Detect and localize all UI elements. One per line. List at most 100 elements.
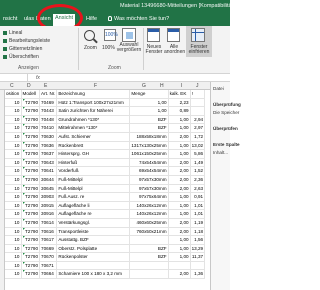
table-cell[interactable]: T2790 [21,184,41,194]
table-cell[interactable]: 97x57x30mm [129,184,169,194]
table-cell[interactable]: T2790 [21,115,41,125]
table-cell[interactable]: T2790 [21,141,41,151]
table-cell[interactable]: T2790 [21,235,41,245]
table-cell[interactable]: 2,63 [190,184,206,194]
checkbox-gridlines[interactable]: Gitternetzlinien [3,46,42,52]
checkbox-gridlines-box[interactable] [3,46,7,51]
new-window-label[interactable]: Neues Fenster [145,45,163,55]
table-cell[interactable]: 1,00 [168,141,191,151]
table-cell[interactable]: 70664 [39,269,58,280]
table-cell[interactable]: 13,02 [190,141,206,151]
table-cell[interactable]: 10 [5,201,22,211]
tab-insert[interactable]: nsicht [3,16,17,22]
table-cell[interactable]: 74x54x54mm [129,158,169,168]
table-cell[interactable]: 2,00 [168,166,191,176]
table-cell[interactable]: 30644 [39,175,58,185]
table-cell[interactable]: 5,86 [190,149,206,159]
table-cell[interactable]: 140x26x12mm [129,201,169,211]
table-cell[interactable]: 13,29 [190,244,206,254]
table-cell[interactable]: 10 [5,106,22,116]
table-cell[interactable]: Rückenbrett [56,141,131,151]
table-cell[interactable]: 1,00 [168,149,191,159]
table-cell[interactable]: 188x58x18mm [129,132,169,142]
table-cell[interactable]: Mittelrahmen *130* [56,123,131,133]
table-cell[interactable]: T2790 [21,192,41,202]
table-cell[interactable]: T2790 [21,132,41,142]
table-cell[interactable]: 10 [5,98,22,108]
table-cell[interactable]: Rückenpolster [56,252,131,262]
column-header[interactable]: F [94,83,97,89]
table-cell[interactable]: Auflagefläche re [56,209,131,219]
table-cell[interactable]: 30916 [39,209,58,219]
table-cell[interactable]: 70671 [39,261,58,271]
table-cell[interactable]: 1,00 [168,115,191,125]
zoom-button-label[interactable]: Zoom [84,45,97,51]
column-header[interactable]: J [196,83,199,89]
table-cell[interactable]: 70614 [39,218,58,228]
header-cell[interactable]: Modell [21,90,41,99]
new-window-icon[interactable] [147,28,160,42]
table-cell[interactable]: 1,36 [190,269,206,280]
table-cell[interactable] [190,261,206,271]
table-cell[interactable]: 70616 [39,227,58,237]
table-cell[interactable]: 2,00 [168,218,191,228]
arrange-all-icon[interactable] [167,28,180,42]
name-box[interactable] [0,74,28,82]
table-cell[interactable]: 10 [5,158,22,168]
header-cell[interactable]: ! [190,90,206,99]
table-cell[interactable]: Transportleiste [56,227,131,237]
table-cell[interactable]: Oberstz. Polsplatte [56,244,131,254]
tell-me-search[interactable]: Was möchten Sie tun? [108,16,169,22]
table-cell[interactable]: T2790 [21,158,41,168]
table-cell[interactable]: 10 [5,123,22,133]
table-cell[interactable]: Auflagefläche li [56,201,131,211]
table-cell[interactable]: Grundrahmen *130* [56,115,131,125]
table-cell[interactable] [129,269,169,280]
tab-formulas[interactable]: ulas [24,16,34,22]
table-cell[interactable]: Verstärkungsgl. [56,218,131,228]
table-cell[interactable]: 70670 [39,252,58,262]
table-cell[interactable]: T2790 [21,175,41,185]
table-cell[interactable]: 1,00 [168,123,191,133]
table-cell[interactable]: 0,89 [168,106,191,116]
table-cell[interactable]: T2790 [21,123,41,133]
zoom-selection-icon[interactable] [122,28,136,42]
table-cell[interactable]: 1,00 [168,252,191,262]
table-cell[interactable]: T2790 [21,244,41,254]
table-cell[interactable]: Fuß-Mittelpl [56,184,131,194]
table-cell[interactable]: T2790 [21,98,41,108]
header-cell[interactable]: Art. Nr. [39,90,58,99]
table-cell[interactable]: 1,19 [190,218,206,228]
table-cell[interactable]: 10 [5,166,22,176]
table-cell[interactable]: T2790 [21,201,41,211]
table-cell[interactable]: BZF [129,123,169,133]
table-cell[interactable]: 2,23 [168,98,191,108]
table-cell[interactable]: 1,00 [168,209,191,219]
table-cell[interactable] [190,98,206,108]
table-cell[interactable]: BZF [129,252,169,262]
table-cell[interactable]: 10 [5,184,22,194]
table-cell[interactable] [190,106,206,116]
table-cell[interactable]: 70630 [39,132,58,142]
column-header[interactable]: G [142,83,146,89]
checkbox-headings-box[interactable] [3,54,7,59]
header-cell[interactable]: Bezeichnung [56,90,131,99]
table-cell[interactable]: 1,00 [168,244,191,254]
table-cell[interactable]: 1317x130x25mm [129,141,169,151]
table-cell[interactable]: 10 [5,261,22,271]
table-cell[interactable]: 10 [5,269,22,280]
table-cell[interactable]: T2790 [21,227,41,237]
pane-item[interactable]: Datei [213,86,224,91]
column-header[interactable]: I [181,83,182,89]
table-cell[interactable] [129,261,169,271]
table-cell[interactable]: 10 [5,227,22,237]
table-cell[interactable]: T2790 [21,261,41,271]
tab-help[interactable]: Hilfe [86,16,97,22]
table-cell[interactable]: 1,00 [129,106,169,116]
table-cell[interactable]: 30645 [39,184,58,194]
table-cell[interactable]: 0,91 [190,192,206,202]
table-cell[interactable]: 1,52 [190,166,206,176]
table-cell[interactable]: T2790 [21,106,41,116]
table-cell[interactable]: 2,00 [168,175,191,185]
table-cell[interactable]: 10 [5,175,22,185]
